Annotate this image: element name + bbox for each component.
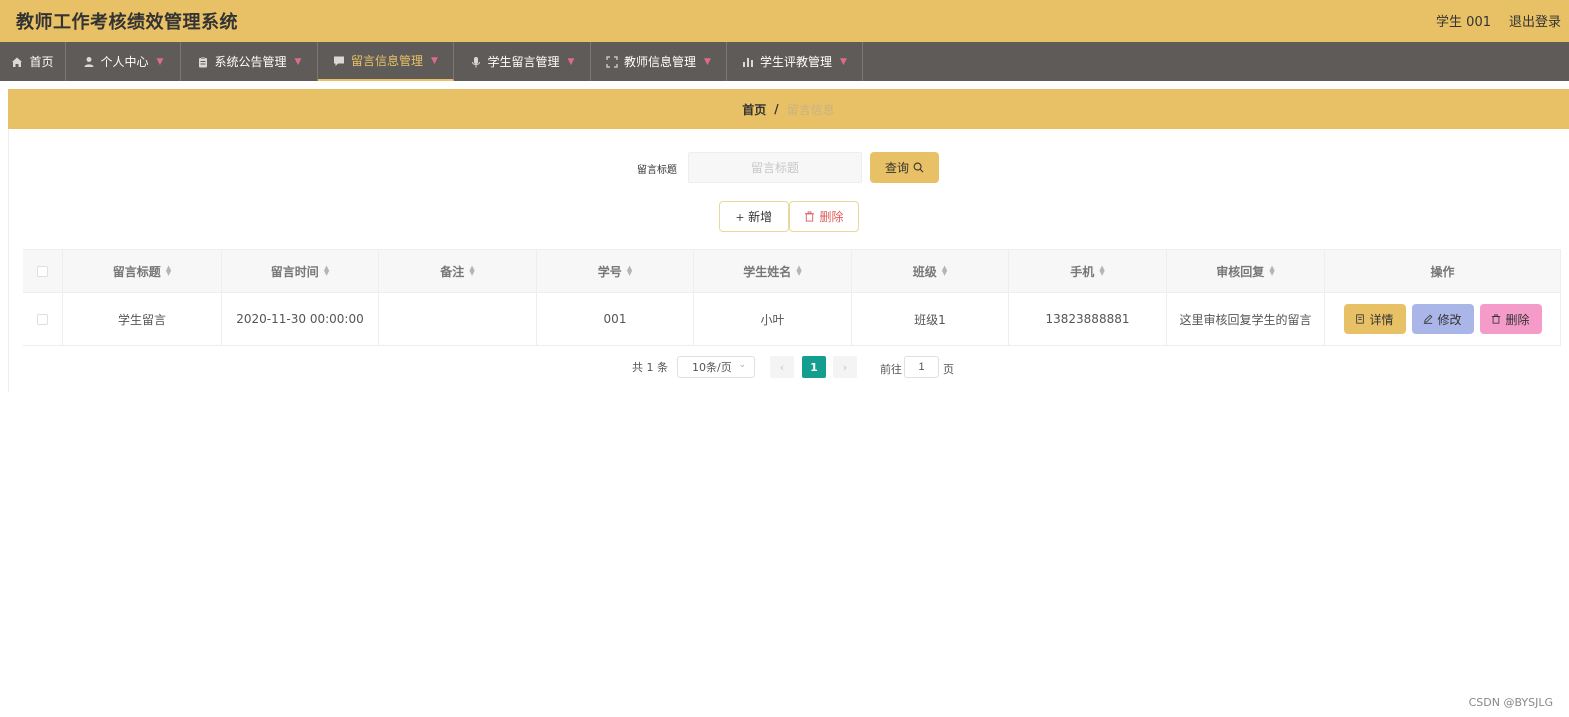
- nav-label: 个人中心: [100, 55, 149, 69]
- nav-item-message-management[interactable]: 留言信息管理 ▼: [318, 42, 454, 81]
- row-operations: 详情 修改 删除: [1325, 293, 1561, 345]
- plus-icon: +: [735, 208, 745, 225]
- row-select[interactable]: [23, 293, 63, 345]
- app-title: 教师工作考核绩效管理系统: [16, 12, 238, 33]
- chevron-down-icon: ▼: [294, 56, 302, 67]
- nav-item-student-message-management[interactable]: 学生留言管理 ▼: [454, 42, 591, 81]
- main-nav: 首页 个人中心 ▼ 系统公告管理 ▼ 留言信息管理 ▼ 学生留言管理 ▼ 教师信…: [0, 42, 1569, 81]
- chevron-down-icon: ▼: [156, 56, 164, 67]
- nav-label: 首页: [29, 55, 54, 69]
- query-label: 查询: [884, 161, 909, 175]
- add-label: 新增: [748, 210, 773, 224]
- column-header[interactable]: 学生姓名 ▲ ▼: [694, 250, 852, 292]
- sort-icon[interactable]: ▲ ▼: [627, 265, 632, 277]
- nav-item-notice-management[interactable]: 系统公告管理 ▼: [181, 42, 318, 81]
- column-header[interactable]: 学号 ▲ ▼: [537, 250, 694, 292]
- table-cell: 班级1: [852, 293, 1009, 345]
- page-size-select[interactable]: 10条/页 ⌄: [677, 356, 755, 378]
- clipboard-icon: [198, 56, 207, 67]
- sort-icon[interactable]: ▲ ▼: [942, 265, 947, 277]
- header-select-all[interactable]: [23, 250, 63, 292]
- table-cell: 这里审核回复学生的留言: [1167, 293, 1325, 345]
- message-icon: [334, 56, 345, 66]
- user-icon: [84, 56, 94, 67]
- watermark: CSDN @BYSJLG: [1468, 696, 1553, 709]
- chevron-right-icon: ›: [842, 360, 848, 374]
- trash-icon: [805, 211, 815, 222]
- detail-button[interactable]: 详情: [1343, 304, 1406, 334]
- breadcrumb-separator: /: [774, 102, 779, 116]
- breadcrumb-home[interactable]: 首页: [742, 101, 766, 118]
- trash-icon: [1492, 314, 1501, 324]
- column-header[interactable]: 备注 ▲ ▼: [379, 250, 537, 292]
- edit-button[interactable]: 修改: [1411, 304, 1474, 334]
- search-icon: [913, 162, 924, 173]
- goto-suffix: 页: [943, 363, 954, 376]
- pagination-total: 共 1 条: [632, 361, 668, 374]
- nav-label: 系统公告管理: [214, 55, 287, 69]
- sort-icon[interactable]: ▲ ▼: [166, 265, 171, 277]
- sort-icon[interactable]: ▲ ▼: [1099, 265, 1104, 277]
- table-header: 留言标题 ▲ ▼ 留言时间 ▲ ▼ 备注 ▲ ▼ 学号 ▲ ▼ 学生姓名 ▲ ▼ 班级 ▲ ▼ 手机 ▲ ▼…: [23, 249, 1561, 293]
- document-icon: [1356, 314, 1365, 324]
- chevron-left-icon: ‹: [779, 360, 785, 374]
- search-input[interactable]: [688, 152, 862, 183]
- chevron-down-icon: ⌄: [738, 360, 746, 370]
- sort-icon[interactable]: ▲ ▼: [796, 265, 801, 277]
- column-header[interactable]: 留言时间 ▲ ▼: [222, 250, 379, 292]
- row-delete-button[interactable]: 删除: [1479, 304, 1542, 334]
- next-page-button[interactable]: ›: [833, 356, 857, 378]
- microphone-icon: [471, 56, 480, 67]
- table-cell: [379, 293, 537, 345]
- chevron-down-icon: ▼: [431, 55, 438, 66]
- page-number-current[interactable]: 1: [802, 356, 826, 378]
- bar-chart-icon: [743, 57, 754, 67]
- nav-item-teacher-management[interactable]: 教师信息管理 ▼: [591, 42, 727, 81]
- sort-icon[interactable]: ▲ ▼: [1269, 265, 1274, 277]
- nav-item-evaluation-management[interactable]: 学生评教管理 ▼: [727, 42, 863, 81]
- nav-label: 教师信息管理: [624, 55, 697, 69]
- pencil-icon: [1424, 314, 1433, 324]
- table-cell: 小叶: [694, 293, 852, 345]
- column-header[interactable]: 班级 ▲ ▼: [852, 250, 1009, 292]
- row-checkbox[interactable]: [37, 313, 48, 325]
- nav-label: 学生评教管理: [760, 55, 833, 69]
- nav-label: 留言信息管理: [351, 54, 424, 68]
- nav-item-home[interactable]: 首页: [0, 42, 66, 81]
- breadcrumb: 首页 / 留言信息: [8, 89, 1569, 129]
- table-cell: 13823888881: [1009, 293, 1167, 345]
- delete-label: 删除: [819, 210, 844, 224]
- chevron-down-icon: ▼: [704, 56, 711, 67]
- query-button[interactable]: 查询: [870, 152, 939, 183]
- top-header: 教师工作考核绩效管理系统 学生 001 退出登录: [0, 0, 1569, 42]
- column-header[interactable]: 留言标题 ▲ ▼: [63, 250, 222, 292]
- home-icon: [12, 57, 23, 67]
- nav-item-personal-center[interactable]: 个人中心 ▼: [66, 42, 181, 81]
- chevron-down-icon: ▼: [840, 56, 847, 67]
- chevron-down-icon: ▼: [567, 56, 575, 67]
- current-user: 学生 001: [1436, 15, 1491, 30]
- nav-label: 学生留言管理: [487, 55, 560, 69]
- table-cell: 学生留言: [63, 293, 222, 345]
- table-cell: 001: [537, 293, 694, 345]
- table-cell: 2020-11-30 00:00:00: [222, 293, 379, 345]
- add-button[interactable]: + 新增: [719, 201, 789, 232]
- column-header-operations: 操作: [1325, 250, 1561, 292]
- sort-icon[interactable]: ▲ ▼: [469, 265, 474, 277]
- column-header[interactable]: 审核回复 ▲ ▼: [1167, 250, 1325, 292]
- logout-link[interactable]: 退出登录: [1509, 11, 1561, 30]
- select-all-checkbox[interactable]: [37, 265, 48, 277]
- breadcrumb-current: 留言信息: [786, 102, 835, 117]
- goto-page-input[interactable]: [904, 356, 939, 378]
- goto-label: 前往: [880, 363, 902, 376]
- search-label: 留言标题: [637, 165, 677, 176]
- sort-icon[interactable]: ▲ ▼: [324, 265, 329, 277]
- prev-page-button[interactable]: ‹: [770, 356, 794, 378]
- table-row: 学生留言 2020-11-30 00:00:00 001 小叶 班级1 1382…: [23, 293, 1561, 346]
- batch-delete-button[interactable]: 删除: [789, 201, 859, 232]
- column-header[interactable]: 手机 ▲ ▼: [1009, 250, 1167, 292]
- fullscreen-icon: [606, 55, 618, 68]
